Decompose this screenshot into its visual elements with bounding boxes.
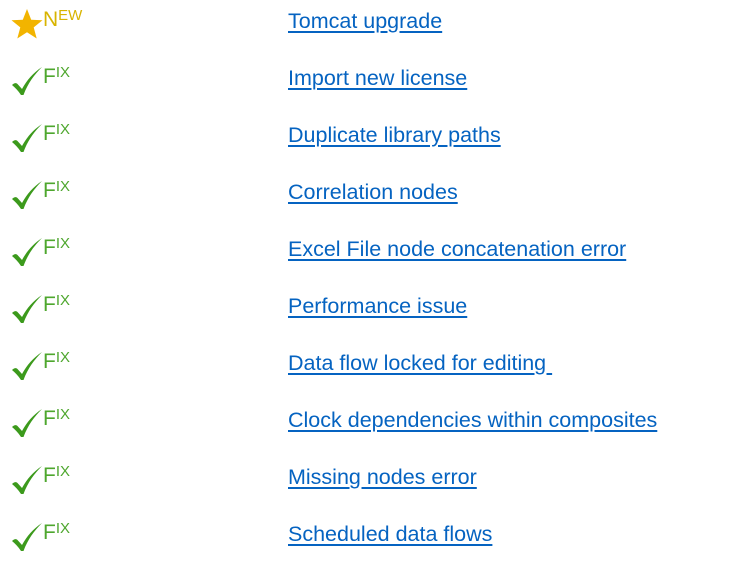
badge-label-first: F	[43, 407, 56, 430]
list-item: FIX Clock dependencies within composites	[0, 399, 748, 457]
badge-label-first: F	[43, 464, 56, 487]
badge-label-first: F	[43, 521, 56, 544]
list-item: NEW Tomcat upgrade	[0, 0, 748, 58]
checkmark-icon	[10, 407, 44, 439]
fix-badge: FIX	[10, 342, 160, 382]
checkmark-icon	[10, 464, 44, 496]
link-data-flow-locked-for-editing[interactable]: Data flow locked for editing	[288, 351, 552, 377]
list-item: FIX Performance issue	[0, 285, 748, 343]
badge-label-rest: IX	[55, 463, 71, 480]
fix-badge: FIX	[10, 513, 160, 553]
new-badge: NEW	[10, 0, 160, 40]
link-correlation-nodes[interactable]: Correlation nodes	[288, 180, 458, 206]
link-duplicate-library-paths[interactable]: Duplicate library paths	[288, 123, 501, 149]
badge-label-first: F	[43, 350, 56, 373]
fix-badge: FIX	[10, 285, 160, 325]
badge-label-first: N	[43, 8, 59, 31]
checkmark-icon	[10, 65, 44, 97]
link-tomcat-upgrade[interactable]: Tomcat upgrade	[288, 9, 442, 35]
fix-badge: FIX	[10, 171, 160, 211]
link-performance-issue[interactable]: Performance issue	[288, 294, 467, 320]
badge-label-rest: IX	[55, 349, 71, 366]
badge-label-rest: IX	[55, 121, 71, 138]
list-item: FIX Scheduled data flows	[0, 513, 748, 571]
checkmark-icon	[10, 179, 44, 211]
fix-badge: FIX	[10, 456, 160, 496]
link-missing-nodes-error[interactable]: Missing nodes error	[288, 465, 477, 491]
badge-label-rest: EW	[58, 7, 83, 24]
list-item: FIX Excel File node concatenation error	[0, 228, 748, 286]
checkmark-icon	[10, 521, 44, 553]
fix-badge: FIX	[10, 399, 160, 439]
badge-label-first: F	[43, 179, 56, 202]
list-item: FIX Import new license	[0, 57, 748, 115]
link-clock-dependencies-within-composites[interactable]: Clock dependencies within composites	[288, 408, 657, 434]
fix-badge: FIX	[10, 228, 160, 268]
checkmark-icon	[10, 350, 44, 382]
badge-label-rest: IX	[55, 64, 71, 81]
badge-label-rest: IX	[55, 235, 71, 252]
list-item: FIX Data flow locked for editing	[0, 342, 748, 400]
link-scheduled-data-flows[interactable]: Scheduled data flows	[288, 522, 492, 548]
checkmark-icon	[10, 293, 44, 325]
star-icon	[10, 8, 44, 40]
list-item: FIX Duplicate library paths	[0, 114, 748, 172]
badge-label-first: F	[43, 65, 56, 88]
list-item: FIX Correlation nodes	[0, 171, 748, 229]
checkmark-icon	[10, 122, 44, 154]
badge-label-rest: IX	[55, 178, 71, 195]
fix-badge: FIX	[10, 57, 160, 97]
checkmark-icon	[10, 236, 44, 268]
fix-badge: FIX	[10, 114, 160, 154]
badge-label-rest: IX	[55, 292, 71, 309]
badge-label-first: F	[43, 122, 56, 145]
list-item: FIX Missing nodes error	[0, 456, 748, 514]
link-excel-file-node-concatenation-error[interactable]: Excel File node concatenation error	[288, 237, 626, 263]
badge-label-rest: IX	[55, 406, 71, 423]
badge-label-first: F	[43, 293, 56, 316]
badge-label-rest: IX	[55, 520, 71, 537]
link-import-new-license[interactable]: Import new license	[288, 66, 467, 92]
badge-label-first: F	[43, 236, 56, 259]
